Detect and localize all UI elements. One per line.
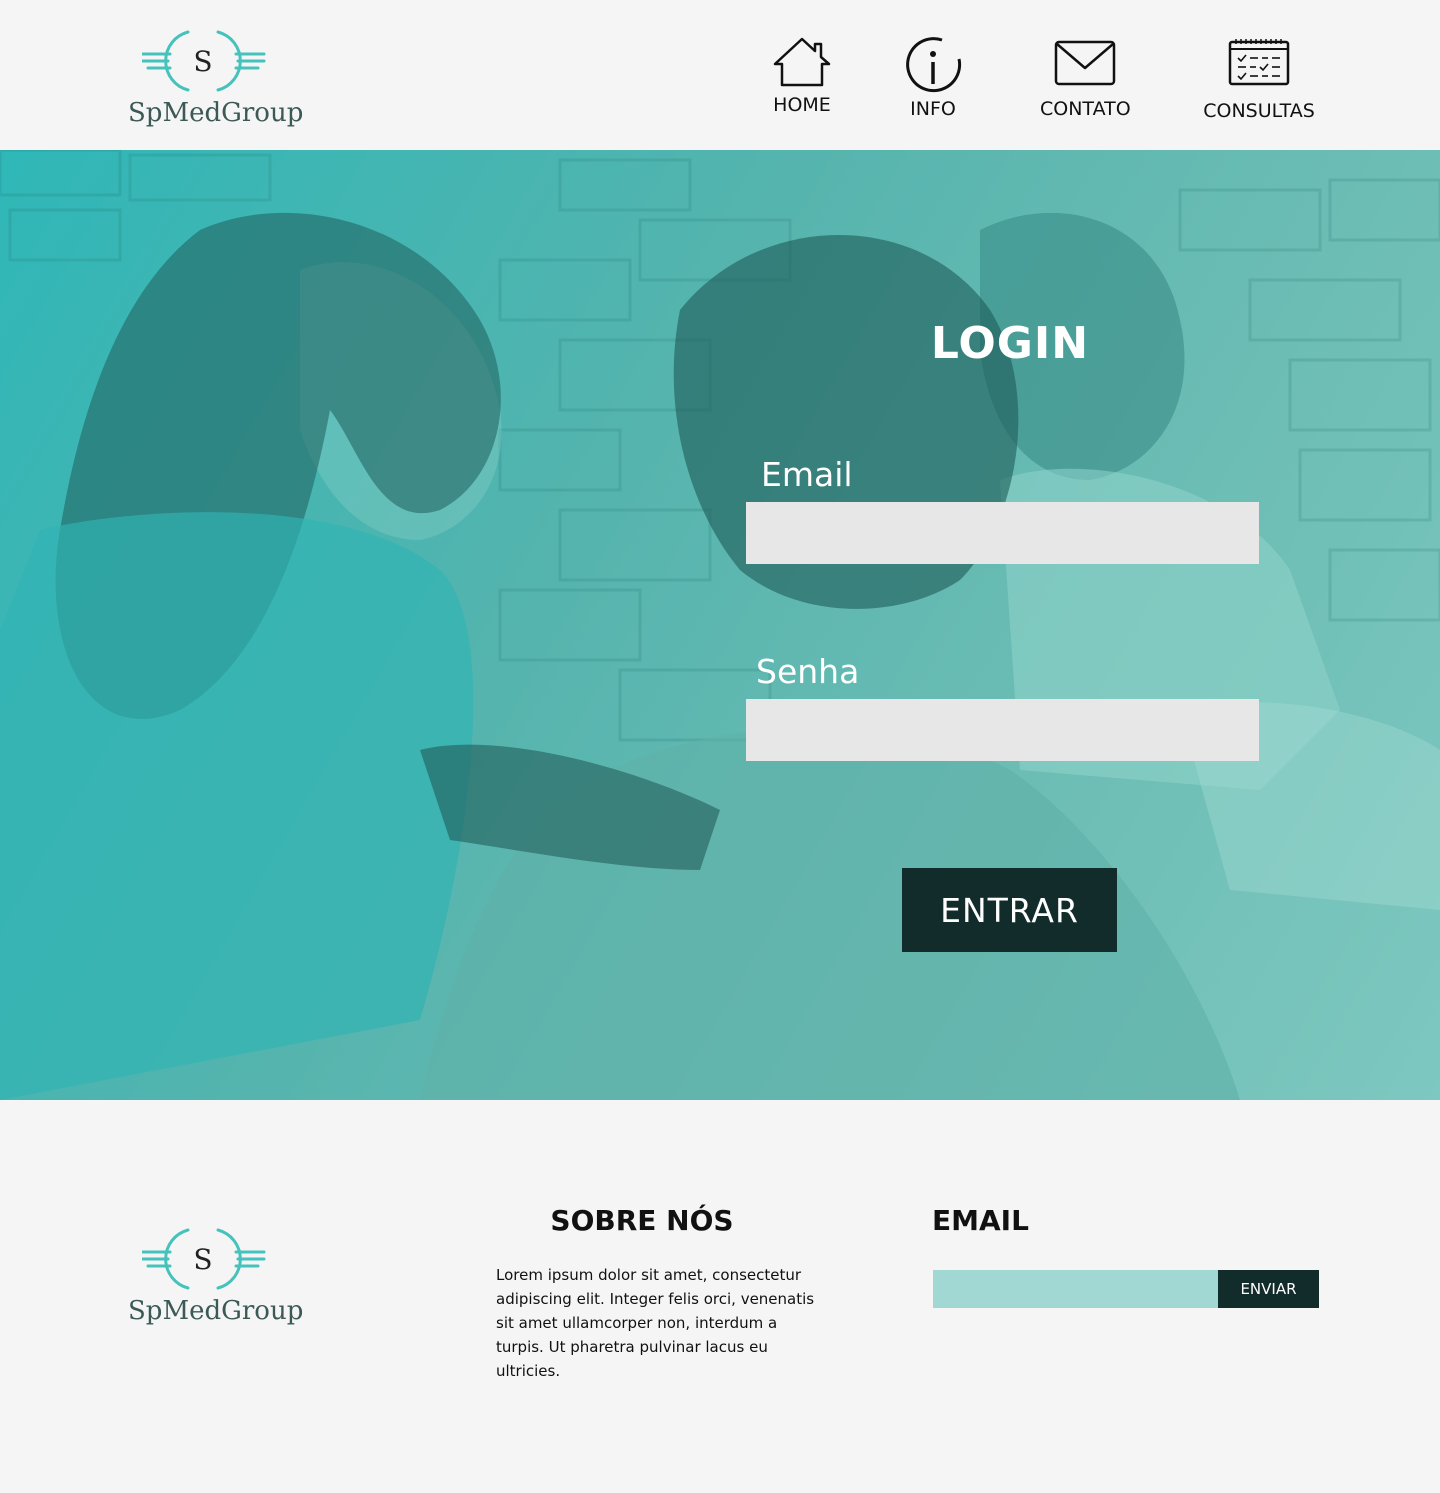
brand-logo[interactable]: S SpMedGroup (128, 28, 304, 138)
password-label: Senha (756, 652, 860, 691)
password-input[interactable] (746, 699, 1259, 761)
home-icon (773, 37, 831, 87)
newsletter-email-input[interactable] (933, 1270, 1219, 1308)
site-footer: S SpMedGroup SOBRE NÓS Lorem ipsum dolor… (0, 1100, 1440, 1493)
login-title: LOGIN (930, 318, 1090, 369)
login-submit-button[interactable]: ENTRAR (902, 868, 1117, 952)
nav-home-label: HOME (773, 94, 831, 116)
nav-info[interactable]: INFO (898, 36, 968, 120)
hero-background-photo (0, 150, 1440, 1100)
hero-login-section: LOGIN Email Senha ENTRAR (0, 150, 1440, 1100)
calendar-icon (1228, 39, 1290, 86)
info-icon (906, 37, 962, 93)
site-header: S SpMedGroup HOME INFO CONTATO CONSULTAS (0, 0, 1440, 150)
logo-emblem-icon: S (142, 30, 266, 92)
about-title: SOBRE NÓS (550, 1204, 734, 1237)
nav-home[interactable]: HOME (766, 36, 838, 116)
email-label: Email (761, 455, 853, 494)
footer-logo-wordmark: SpMedGroup (128, 1296, 304, 1326)
nav-info-label: INFO (910, 98, 956, 120)
footer-logo-initial: S (193, 1243, 212, 1276)
nav-contato-label: CONTATO (1040, 98, 1131, 120)
nav-consultas[interactable]: CONSULTAS (1203, 38, 1315, 122)
mail-icon (1054, 40, 1116, 86)
nav-contato[interactable]: CONTATO (1040, 40, 1131, 120)
nav-consultas-label: CONSULTAS (1203, 100, 1315, 122)
newsletter-send-button[interactable]: ENVIAR (1218, 1270, 1319, 1308)
email-input[interactable] (746, 502, 1259, 564)
logo-wordmark: SpMedGroup (128, 98, 304, 128)
footer-logo-emblem-icon: S (142, 1228, 266, 1290)
logo-initial: S (193, 45, 212, 78)
footer-brand-logo[interactable]: S SpMedGroup (128, 1226, 304, 1336)
newsletter-title: EMAIL (932, 1204, 1029, 1237)
about-text: Lorem ipsum dolor sit amet, consectetur … (496, 1266, 815, 1380)
